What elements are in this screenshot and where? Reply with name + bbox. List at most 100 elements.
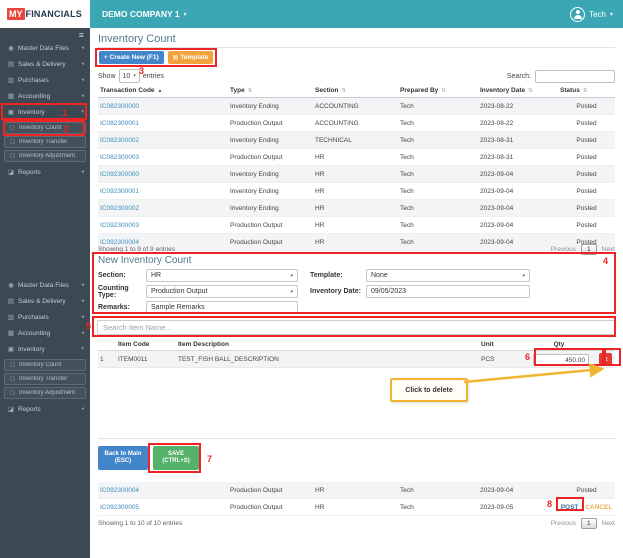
- sidebar-item[interactable]: ◉ Master Data Files ◂: [0, 277, 90, 293]
- caret-down-icon: ▾: [133, 73, 136, 79]
- sidebar-item[interactable]: ▢ Inventory Adjustment: [4, 387, 86, 399]
- pagination-next[interactable]: Next: [602, 246, 615, 253]
- form-row: Counting Type: Production Output ▾ Inven…: [98, 285, 615, 299]
- transaction-code-link[interactable]: IC082300003: [100, 154, 139, 161]
- prepared-by-cell: Tech: [400, 170, 414, 178]
- status-cell: Posted: [576, 153, 597, 161]
- section-cell: HR: [315, 503, 325, 511]
- caret-down-icon: ▾: [609, 11, 613, 18]
- inventory-date-cell: 2023-09-04: [480, 204, 514, 212]
- counting-type-value: Production Output: [151, 288, 208, 295]
- sidebar-item[interactable]: ▤ Sales & Delivery ◂: [0, 56, 90, 72]
- sidebar-item-icon: ▢: [9, 125, 16, 131]
- transaction-code-link[interactable]: IC092300001: [100, 188, 139, 195]
- transaction-code-link[interactable]: IC082300001: [100, 120, 139, 127]
- transaction-code-link[interactable]: IC092300005: [100, 504, 139, 511]
- delete-item-button[interactable]: ×: [599, 352, 612, 366]
- column-header-status[interactable]: Status ⇅: [558, 87, 615, 94]
- app-logo[interactable]: MY FINANCIALS: [0, 0, 90, 28]
- type-cell: Production Output: [230, 221, 283, 229]
- template-field-label: Template:: [310, 272, 343, 279]
- column-header-transaction-code[interactable]: Transaction Code ▲: [98, 87, 228, 94]
- sidebar-item[interactable]: ▢ Inventory Transfer: [4, 373, 86, 385]
- sidebar-item[interactable]: ▣ Inventory ▾: [0, 104, 90, 120]
- sidebar-item[interactable]: ▢ Inventory Transfer: [4, 136, 86, 148]
- sidebar-item-icon: ▦: [7, 330, 15, 337]
- annotation-step3-box: + Create New (F1) ▤ Template: [95, 48, 218, 67]
- sidebar-item-label: Inventory Adjustment: [19, 153, 76, 159]
- sidebar-item-icon: ▢: [9, 153, 16, 159]
- sidebar-item[interactable]: ▥ Purchases ◂: [0, 72, 90, 88]
- sidebar-item[interactable]: ◪ Reports ◂: [0, 164, 90, 180]
- showing-entries-text: Showing 1 to 9 of 9 entries: [98, 246, 175, 253]
- sidebar-item[interactable]: ▤ Sales & Delivery ◂: [0, 293, 90, 309]
- qty-input[interactable]: 450.00: [533, 353, 589, 365]
- save-button[interactable]: SAVE (CTRL+S): [153, 446, 199, 470]
- company-name: DEMO COMPANY 1: [102, 9, 180, 19]
- prepared-by-cell: Tech: [400, 136, 414, 144]
- qty-header: Qty: [553, 341, 565, 348]
- type-cell: Production Output: [230, 119, 283, 127]
- column-header-inventory-date[interactable]: Inventory Date ⇅: [478, 87, 558, 94]
- page-length-value: 10: [122, 72, 131, 80]
- prepared-by-cell: Tech: [400, 503, 414, 511]
- user-menu[interactable]: Tech ▾: [570, 6, 613, 22]
- transaction-code-link[interactable]: IC092300000: [100, 171, 139, 178]
- column-header-type[interactable]: Type ⇅: [228, 87, 313, 94]
- item-search-input[interactable]: [97, 320, 615, 335]
- page-length-select[interactable]: 10 ▾: [118, 69, 140, 83]
- app-window: MY FINANCIALS DEMO COMPANY 1 ▾ Tech ▾ ≡ …: [0, 0, 623, 558]
- template-button[interactable]: ▤ Template: [167, 51, 214, 64]
- counting-type-select[interactable]: Production Output ▾: [146, 285, 298, 298]
- pagination-previous[interactable]: Previous: [551, 520, 576, 527]
- sidebar-item[interactable]: ◉ Master Data Files ◂: [0, 40, 90, 56]
- remarks-input[interactable]: Sample Remarks: [146, 301, 298, 314]
- inventory-date-cell: 2023-08-31: [480, 153, 514, 161]
- chevron-icon: ◂: [81, 314, 84, 320]
- sidebar-item[interactable]: ▢ Inventory Adjustment: [4, 150, 86, 162]
- pagination-page-1[interactable]: 1: [581, 518, 597, 529]
- sidebar-item-label: Inventory Transfer: [19, 139, 68, 145]
- transaction-code-link[interactable]: IC092300003: [100, 222, 139, 229]
- show-label: Show: [98, 72, 116, 80]
- section-select[interactable]: HR ▾: [146, 269, 298, 282]
- cancel-link[interactable]: CANCEL: [585, 504, 612, 511]
- company-menu[interactable]: DEMO COMPANY 1 ▾: [102, 9, 187, 19]
- sidebar-item[interactable]: ▦ Accounting ◂: [0, 88, 90, 104]
- sidebar-item[interactable]: ◪ Reports ◂: [0, 401, 90, 417]
- sidebar-item[interactable]: ▢ Inventory Count: [4, 122, 86, 134]
- pagination-page-1[interactable]: 1: [581, 244, 597, 255]
- sidebar-item[interactable]: ▦ Accounting ◂: [0, 325, 90, 341]
- sidebar-item[interactable]: ▣ Inventory ▾: [0, 341, 90, 357]
- post-link[interactable]: POST: [561, 504, 579, 511]
- chevron-icon: ◂: [81, 169, 84, 175]
- pagination-previous[interactable]: Previous: [551, 246, 576, 253]
- column-label: Prepared By: [400, 87, 439, 94]
- create-new-button[interactable]: + Create New (F1): [99, 51, 164, 64]
- bottom-table-footer: Showing 1 to 10 of 10 entries Previous 1…: [98, 518, 615, 529]
- table-controls: Show 10 ▾ entries Search:: [98, 69, 615, 83]
- sidebar-item-label: Purchases: [18, 313, 49, 321]
- template-select[interactable]: None ▾: [366, 269, 530, 282]
- type-cell: Production Output: [230, 153, 283, 161]
- prepared-by-cell: Tech: [400, 221, 414, 229]
- back-to-main-button[interactable]: Back to Main (ESC): [98, 446, 148, 470]
- transaction-code-link[interactable]: IC092300002: [100, 205, 139, 212]
- sort-icon: ⇅: [441, 87, 446, 94]
- unit-header: Unit: [481, 341, 494, 348]
- column-header-prepared-by[interactable]: Prepared By ⇅: [398, 87, 478, 94]
- sidebar-item-icon: ▢: [9, 376, 16, 382]
- transaction-code-link[interactable]: IC082300000: [100, 103, 139, 110]
- sidebar-item[interactable]: ▥ Purchases ◂: [0, 309, 90, 325]
- sidebar-toggle-icon[interactable]: ≡: [79, 30, 84, 40]
- search-input[interactable]: [535, 69, 615, 83]
- sidebar-item-icon: ◉: [8, 45, 14, 52]
- prepared-by-cell: Tech: [400, 102, 414, 110]
- column-header-section[interactable]: Section ⇅: [313, 87, 398, 94]
- transaction-code-link[interactable]: IC082300002: [100, 137, 139, 144]
- status-cell: Posted: [576, 204, 597, 212]
- sidebar-item[interactable]: ▢ Inventory Count: [4, 359, 86, 371]
- inventory-date-input[interactable]: 09/05/2023: [366, 285, 530, 298]
- transaction-code-link[interactable]: IC092300004: [100, 487, 139, 494]
- pagination-next[interactable]: Next: [602, 520, 615, 527]
